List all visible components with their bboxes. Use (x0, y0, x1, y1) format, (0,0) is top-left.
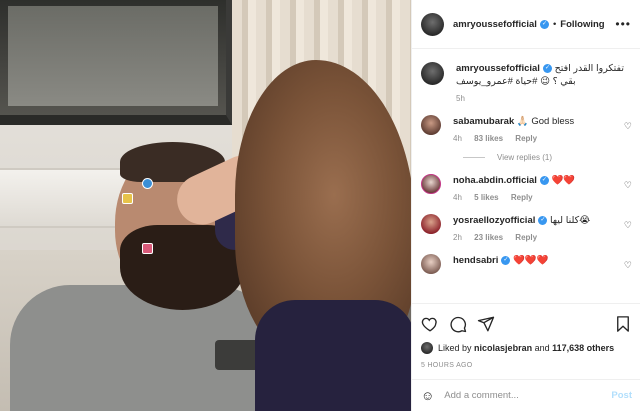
replies-divider (463, 157, 485, 158)
comment-heart-icon[interactable]: ♡ (624, 121, 632, 132)
commenter-avatar[interactable] (421, 115, 441, 135)
comment-text: ❤️❤️❤️ (513, 255, 549, 266)
more-options-icon[interactable]: ••• (615, 17, 631, 31)
view-replies-button[interactable]: View replies (1) (463, 153, 632, 162)
comment-item: yosraellozyofficial ✓ كلنا ليها😭 2h 23 li… (421, 214, 632, 242)
emoji-icon[interactable]: ☺ (421, 388, 434, 403)
action-icons-row (421, 312, 632, 336)
verified-icon: ✓ (539, 175, 549, 185)
comment-heart-icon[interactable]: ♡ (624, 220, 632, 231)
comment-time[interactable]: 4h (453, 193, 462, 202)
liked-by-prefix: Liked by (438, 343, 472, 353)
comment-icon[interactable] (449, 315, 467, 333)
comment-time[interactable]: 4h (453, 134, 462, 143)
comments-list[interactable]: amryoussefofficial ✓ تفتكروا القدر افتح ب… (412, 50, 640, 302)
post-photo[interactable] (0, 0, 411, 411)
photo-child-body (255, 300, 411, 411)
photo-window (0, 0, 232, 125)
reply-button[interactable]: Reply (515, 134, 537, 143)
liker-avatar[interactable] (421, 342, 433, 354)
comment-item: noha.abdin.official ✓ ❤️❤️ 4h 5 likes Rep… (421, 174, 632, 202)
photo-sticker (142, 243, 153, 254)
comment-text: ❤️❤️ (551, 175, 576, 186)
likes-count[interactable]: 117,638 others (552, 343, 614, 353)
comment-text: 🙏🏻 God bless (516, 116, 575, 127)
liked-by: Liked by nicolasjebran and 117,638 other… (421, 342, 632, 354)
reply-button[interactable]: Reply (515, 233, 537, 242)
post-comment-button[interactable]: Post (611, 390, 632, 401)
comment-username[interactable]: hendsabri (453, 255, 498, 266)
following-button[interactable]: Following (560, 19, 604, 30)
comment-text: كلنا ليها😭 (550, 215, 591, 226)
comment-heart-icon[interactable]: ♡ (624, 260, 632, 271)
share-icon[interactable] (477, 315, 495, 333)
post-header: amryoussefofficial ✓ • Following ••• (412, 0, 640, 49)
author-username[interactable]: amryoussefofficial (453, 19, 537, 30)
commenter-avatar[interactable] (421, 254, 441, 274)
photo-sticker (122, 193, 133, 204)
photo-sticker (142, 178, 153, 189)
post-side-panel: amryoussefofficial ✓ • Following ••• amr… (411, 0, 640, 411)
commenter-avatar[interactable] (421, 214, 441, 234)
reply-button[interactable]: Reply (511, 193, 533, 202)
comment-username[interactable]: noha.abdin.official (453, 175, 537, 186)
caption-time[interactable]: 5h (456, 94, 465, 103)
save-icon[interactable] (614, 315, 632, 333)
caption-username[interactable]: amryoussefofficial (456, 63, 540, 74)
posted-time[interactable]: 5 HOURS AGO (421, 362, 632, 369)
liked-by-and: and (534, 343, 550, 353)
caption: amryoussefofficial ✓ تفتكروا القدر افتح ب… (421, 62, 632, 103)
verified-icon: ✓ (539, 19, 549, 29)
author-avatar[interactable] (421, 12, 444, 36)
comment-likes[interactable]: 23 likes (474, 233, 503, 242)
comment-item: hendsabri ✓ ❤️❤️❤️ ♡ (421, 254, 632, 274)
heart-icon[interactable] (421, 315, 439, 333)
verified-icon: ✓ (542, 63, 552, 73)
instagram-post: amryoussefofficial ✓ • Following ••• amr… (0, 0, 640, 411)
caption-avatar[interactable] (421, 62, 444, 85)
verified-icon: ✓ (501, 255, 511, 265)
verified-icon: ✓ (538, 215, 548, 225)
add-comment-bar: ☺ Post (412, 379, 640, 411)
comment-likes[interactable]: 83 likes (474, 134, 503, 143)
commenter-avatar[interactable] (421, 174, 441, 194)
liked-by-user[interactable]: nicolasjebran (474, 343, 532, 353)
comment-time[interactable]: 2h (453, 233, 462, 242)
comment-likes[interactable]: 5 likes (474, 193, 498, 202)
view-replies-label[interactable]: View replies (1) (497, 153, 552, 162)
header-separator: • (552, 18, 557, 30)
comment-item: sabamubarak 🙏🏻 God bless 4h 83 likes Rep… (421, 115, 632, 143)
post-actions: Liked by nicolasjebran and 117,638 other… (412, 303, 640, 369)
comment-username[interactable]: yosraellozyofficial (453, 215, 535, 226)
comment-username[interactable]: sabamubarak (453, 116, 514, 127)
comment-input[interactable] (444, 390, 612, 401)
comment-heart-icon[interactable]: ♡ (624, 180, 632, 191)
